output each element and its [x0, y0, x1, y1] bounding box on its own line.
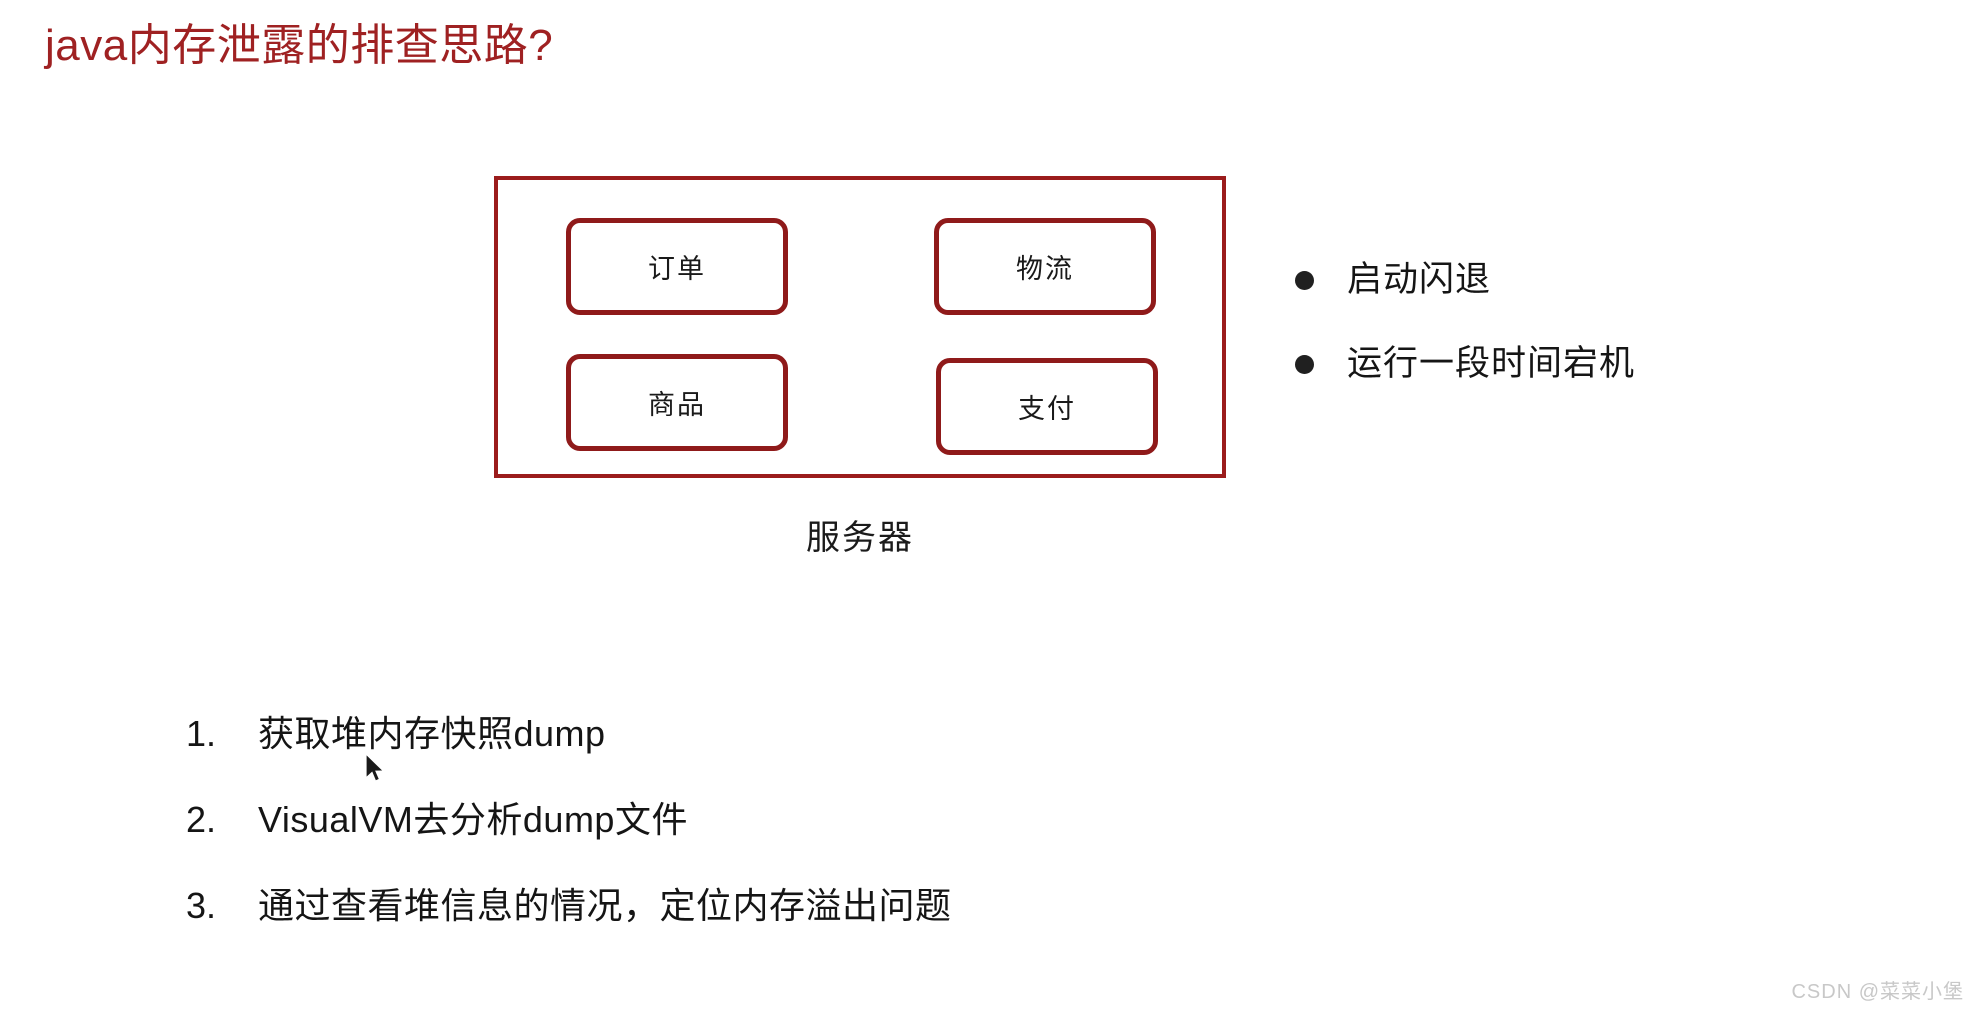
step-number: 3.: [186, 885, 217, 926]
service-box-logistics: 物流: [934, 218, 1156, 315]
step-number: 2.: [186, 799, 217, 840]
step-label: 获取堆内存快照dump: [258, 713, 606, 754]
step-number: 1.: [186, 713, 217, 754]
list-item: 1. 获取堆内存快照dump: [186, 705, 1486, 754]
symptom-label: 运行一段时间宕机: [1347, 344, 1636, 383]
list-item: 启动闪退: [1295, 258, 1895, 302]
symptom-label: 启动闪退: [1347, 260, 1492, 299]
step-label: 通过查看堆信息的情况，定位内存溢出问题: [258, 885, 952, 926]
steps-list: 1. 获取堆内存快照dump 2. VisualVM去分析dump文件 3. 通…: [186, 705, 1486, 963]
service-box-order: 订单: [566, 218, 788, 315]
service-box-goods: 商品: [566, 354, 788, 451]
service-label: 支付: [1018, 394, 1076, 424]
service-label: 订单: [648, 254, 706, 284]
watermark: CSDN @菜菜小堡: [1791, 981, 1964, 1003]
service-label: 物流: [1016, 254, 1074, 284]
page-title: java内存泄露的排查思路?: [45, 21, 554, 70]
step-label: VisualVM去分析dump文件: [258, 799, 688, 840]
service-box-payment: 支付: [936, 358, 1158, 455]
bullet-dot-icon: [1295, 354, 1314, 374]
symptom-list: 启动闪退 运行一段时间宕机: [1295, 258, 1895, 426]
list-item: 运行一段时间宕机: [1295, 342, 1895, 386]
list-item: 2. VisualVM去分析dump文件: [186, 791, 1486, 840]
server-caption: 服务器: [806, 519, 914, 557]
list-item: 3. 通过查看堆信息的情况，定位内存溢出问题: [186, 877, 1486, 926]
service-label: 商品: [648, 390, 706, 420]
bullet-dot-icon: [1295, 270, 1314, 290]
